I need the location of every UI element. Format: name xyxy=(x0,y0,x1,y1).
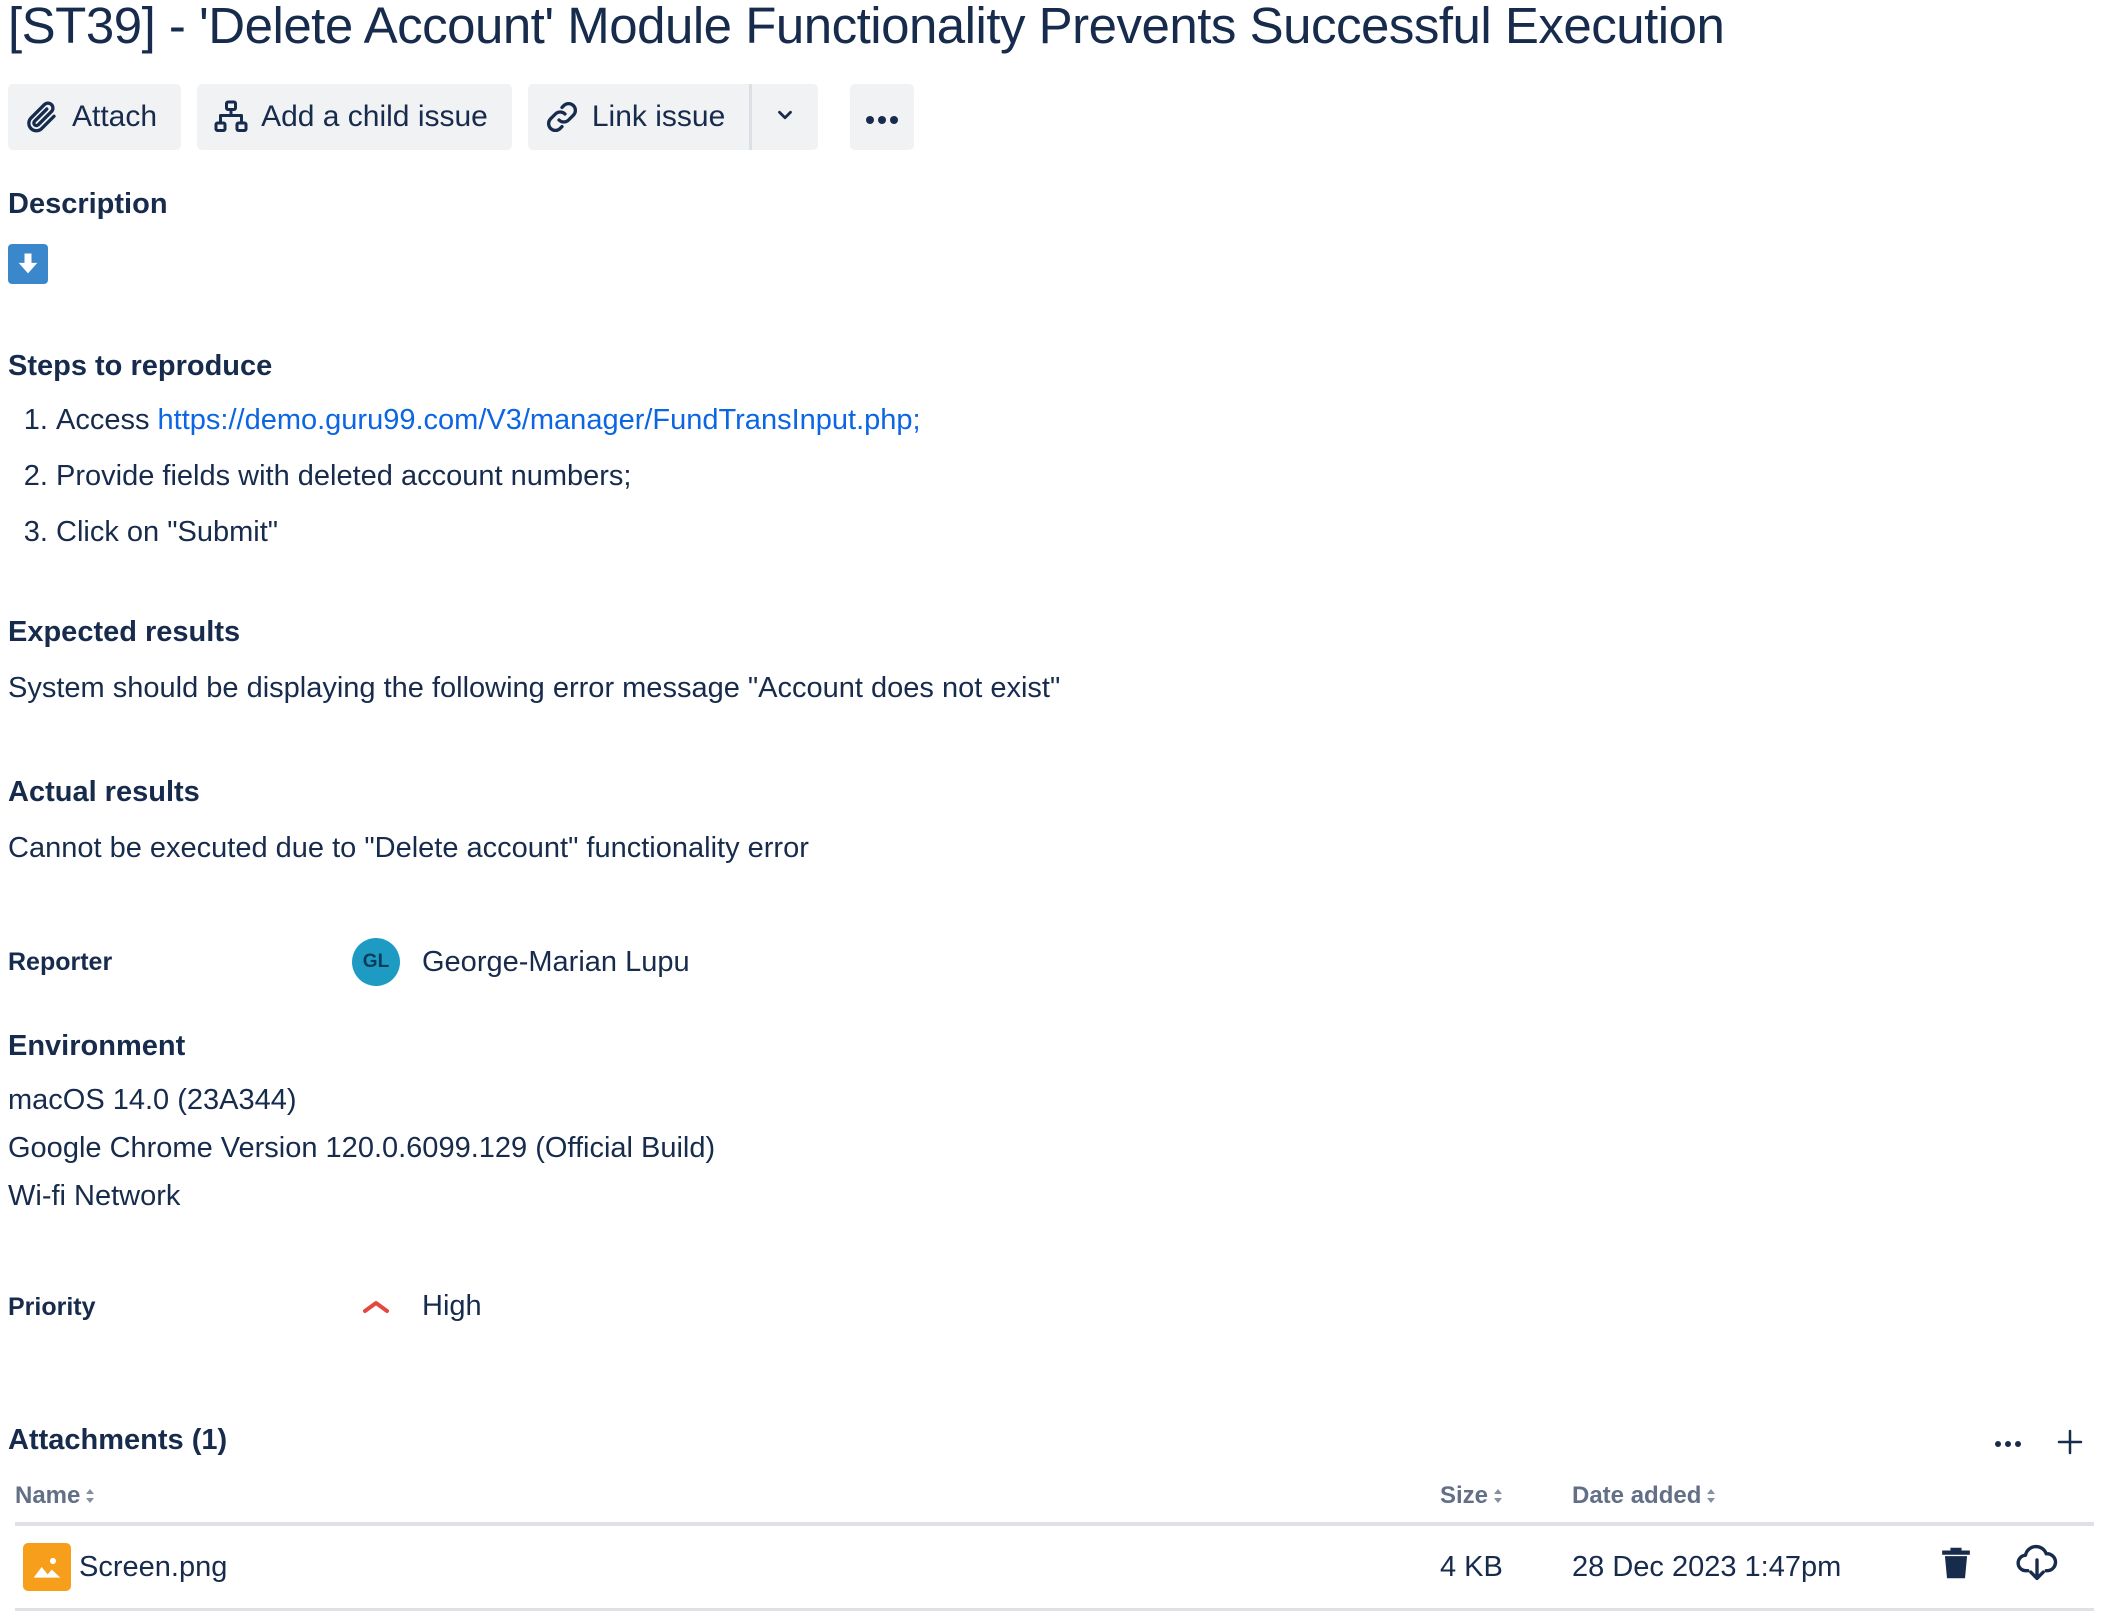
link-issue-button[interactable]: Link issue xyxy=(527,84,750,150)
cloud-download-icon xyxy=(2015,1543,2059,1591)
environment-line: macOS 14.0 (23A344) xyxy=(8,1084,297,1116)
sort-icon xyxy=(1492,1487,1504,1505)
reporter-value[interactable]: GL George-Marian Lupu xyxy=(352,938,690,986)
table-header: Name Size Date added xyxy=(15,1476,2094,1526)
issue-toolbar: Attach Add a child issue Link issue xyxy=(8,84,915,150)
column-label: Size xyxy=(1440,1482,1489,1509)
attachments-table: Name Size Date added Screen.png 4 KB 28 … xyxy=(15,1476,2094,1611)
steps-heading: Steps to reproduce xyxy=(8,350,273,382)
chevron-down-icon xyxy=(774,100,796,134)
reporter-label: Reporter xyxy=(8,948,113,976)
file-name-cell[interactable]: Screen.png xyxy=(23,1526,227,1608)
issue-title[interactable]: [ST39] - 'Delete Account' Module Functio… xyxy=(8,0,1725,55)
file-size-cell: 4 KB xyxy=(1440,1550,1503,1583)
download-attachment-button[interactable] xyxy=(2015,1526,2059,1608)
step-link[interactable]: https://demo.guru99.com/V3/manager/FundT… xyxy=(158,404,921,436)
file-name: Screen.png xyxy=(79,1550,228,1583)
paperclip-icon xyxy=(22,97,62,137)
hierarchy-icon xyxy=(211,97,251,137)
priority-value[interactable]: High xyxy=(352,1282,482,1330)
steps-list: Access https://demo.guru99.com/V3/manage… xyxy=(8,396,921,564)
link-issue-label: Link issue xyxy=(591,100,726,133)
add-child-issue-label: Add a child issue xyxy=(261,100,488,133)
more-horizontal-icon xyxy=(1994,1435,2022,1453)
actual-results-text: Cannot be executed due to "Delete accoun… xyxy=(8,832,809,864)
attachments-heading: Attachments (1) xyxy=(8,1424,228,1456)
avatar: GL xyxy=(352,938,400,986)
name-column-header[interactable]: Name xyxy=(15,1482,96,1510)
expected-results-text: System should be displaying the followin… xyxy=(8,672,1061,704)
attach-button-label: Attach xyxy=(72,100,158,133)
attachments-more-button[interactable] xyxy=(1984,1422,2032,1466)
plus-icon xyxy=(2056,1428,2084,1461)
file-date-cell: 28 Dec 2023 1:47pm xyxy=(1572,1550,1842,1583)
sort-icon xyxy=(84,1487,96,1505)
attachments-actions xyxy=(1984,1422,2094,1466)
attachments-header: Attachments (1) xyxy=(8,1424,2094,1464)
trash-icon xyxy=(1939,1545,1973,1589)
step-prefix: Access xyxy=(56,404,158,436)
environment-line: Wi-fi Network xyxy=(8,1180,181,1212)
link-issue-dropdown-button[interactable] xyxy=(752,84,819,150)
attach-button[interactable]: Attach xyxy=(8,84,182,150)
link-issue-group: Link issue xyxy=(527,84,819,150)
link-icon xyxy=(542,97,582,137)
reporter-name: George-Marian Lupu xyxy=(422,945,690,978)
more-actions-button[interactable] xyxy=(850,84,915,150)
priority-label: Priority xyxy=(8,1293,96,1321)
column-label: Name xyxy=(15,1482,81,1509)
column-label: Date added xyxy=(1572,1482,1702,1509)
list-item: Provide fields with deleted account numb… xyxy=(56,452,921,508)
more-horizontal-icon xyxy=(862,100,902,134)
expected-results-heading: Expected results xyxy=(8,616,241,648)
add-attachment-button[interactable] xyxy=(2046,1422,2094,1466)
environment-line: Google Chrome Version 120.0.6099.129 (Of… xyxy=(8,1132,716,1164)
add-child-issue-button[interactable]: Add a child issue xyxy=(197,84,512,150)
delete-attachment-button[interactable] xyxy=(1939,1526,1973,1608)
list-item: Access https://demo.guru99.com/V3/manage… xyxy=(56,396,921,452)
table-row[interactable]: Screen.png 4 KB 28 Dec 2023 1:47pm xyxy=(15,1526,2094,1611)
sort-icon xyxy=(1705,1487,1717,1505)
priority-text: High xyxy=(422,1289,482,1322)
description-heading: Description xyxy=(8,188,168,220)
list-item: Click on "Submit" xyxy=(56,508,921,564)
size-column-header[interactable]: Size xyxy=(1440,1482,1504,1510)
environment-heading: Environment xyxy=(8,1030,186,1062)
arrow-down-icon xyxy=(8,244,48,284)
actual-results-heading: Actual results xyxy=(8,776,200,808)
date-column-header[interactable]: Date added xyxy=(1572,1482,1717,1510)
priority-high-icon xyxy=(352,1282,400,1330)
image-file-icon xyxy=(23,1543,71,1591)
